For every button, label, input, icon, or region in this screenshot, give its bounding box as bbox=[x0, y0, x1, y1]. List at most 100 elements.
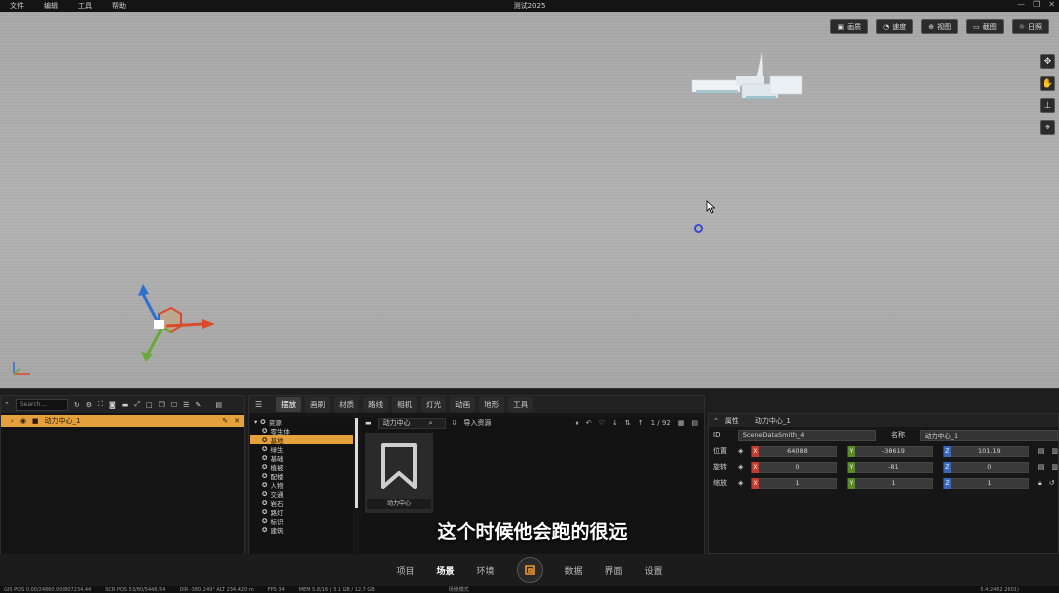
view-button[interactable]: ⊕ 视图 bbox=[921, 19, 959, 34]
tree-item[interactable]: ✪ 零生体 bbox=[250, 426, 353, 436]
tab-terrain[interactable]: 地形 bbox=[479, 397, 505, 412]
copy-icon[interactable]: ▤ bbox=[1038, 463, 1045, 471]
copy-icon[interactable]: ❐ bbox=[159, 401, 165, 409]
expand-icon[interactable]: ⤢ bbox=[134, 400, 140, 409]
tab-material[interactable]: 材质 bbox=[334, 397, 360, 412]
tab-camera[interactable]: 相机 bbox=[392, 397, 418, 412]
tree-item-selected[interactable]: ✪ 基地 bbox=[250, 435, 353, 445]
chevron-right-icon[interactable]: › bbox=[11, 417, 14, 425]
paste-icon[interactable]: ▥ bbox=[1051, 447, 1058, 455]
tab-place[interactable]: 摆放 bbox=[276, 397, 302, 412]
scene-viewport[interactable]: ▣ 画质 ◔ 速度 ⊕ 视图 ▭ 截图 ☼ 日照 ✥ ✋ ⊥ ⌖ bbox=[0, 12, 1059, 388]
tab-brush[interactable]: 画刷 bbox=[305, 397, 331, 412]
menu-icon[interactable]: ▤ bbox=[215, 401, 222, 409]
tree-item[interactable]: ✪ 植被 bbox=[250, 462, 353, 472]
list-icon[interactable]: ☰ bbox=[183, 401, 189, 409]
tree-item-root[interactable]: ▾ ✪ 资源 bbox=[250, 417, 353, 427]
category-icon: ✪ bbox=[262, 453, 268, 462]
hand-icon[interactable]: ✋ bbox=[1040, 76, 1055, 91]
chevron-up-icon[interactable]: ⌃ bbox=[713, 417, 719, 425]
speed-button[interactable]: ◔ 速度 bbox=[876, 19, 914, 34]
rotation-x-field[interactable]: X0 bbox=[750, 461, 837, 473]
name-field[interactable]: 动力中心_1 bbox=[919, 429, 1058, 441]
rename-icon[interactable]: ✎ bbox=[222, 417, 228, 425]
grid-view-icon[interactable]: ▦ bbox=[678, 419, 685, 428]
upload-icon[interactable]: ↑ bbox=[638, 419, 644, 428]
speed-icon: ◔ bbox=[883, 22, 890, 31]
outliner-search-input[interactable]: Search... bbox=[15, 398, 68, 411]
snap-icon[interactable]: ⌖ bbox=[1040, 120, 1055, 135]
tree-item[interactable]: ✪ 路灯 bbox=[250, 507, 353, 517]
focus-icon[interactable]: ⛶ bbox=[98, 400, 103, 409]
folder-icon[interactable]: ▬ bbox=[122, 401, 129, 409]
reset-icon[interactable]: ↺ bbox=[1049, 479, 1055, 487]
download-icon[interactable]: ↓ bbox=[612, 419, 618, 428]
tree-item[interactable]: ✪ 人物 bbox=[250, 480, 353, 490]
building-model[interactable] bbox=[690, 50, 805, 105]
search-icon[interactable]: ⌕ bbox=[429, 419, 433, 428]
tree-item[interactable]: ✪ 建筑 bbox=[250, 525, 353, 535]
nav-settings[interactable]: 设置 bbox=[645, 564, 663, 577]
tab-light[interactable]: 灯光 bbox=[421, 397, 447, 412]
position-y-field[interactable]: Y -38619 bbox=[846, 445, 933, 457]
sunlight-button[interactable]: ☼ 日照 bbox=[1011, 19, 1049, 34]
delete-icon[interactable]: ✕ bbox=[234, 417, 244, 425]
nav-project[interactable]: 项目 bbox=[396, 564, 414, 577]
favorite-icon[interactable]: ♡ bbox=[599, 419, 605, 428]
move-icon[interactable]: ✥ bbox=[1040, 54, 1055, 69]
undo-icon[interactable]: ↶ bbox=[586, 419, 592, 428]
minimize-icon[interactable]: — bbox=[1017, 0, 1025, 9]
asset-path-field[interactable]: 动力中心 ⌕ bbox=[377, 417, 446, 429]
nav-environment[interactable]: 环境 bbox=[476, 564, 494, 577]
position-x-field[interactable]: X 64088 bbox=[750, 445, 837, 457]
tree-item[interactable]: ✪ 岩石 bbox=[250, 498, 353, 508]
sort-icon[interactable]: ⇅ bbox=[625, 419, 631, 428]
settings-icon[interactable]: ⚙ bbox=[86, 401, 92, 409]
asset-card[interactable]: 动力中心 bbox=[365, 433, 433, 513]
tree-item[interactable]: ✪ 基础 bbox=[250, 453, 353, 463]
eye-icon[interactable]: ◉ bbox=[20, 417, 26, 425]
checkbox-icon[interactable]: ☐ bbox=[171, 401, 177, 409]
pivot-marker[interactable] bbox=[694, 224, 703, 233]
transform-gizmo-icon[interactable] bbox=[126, 282, 221, 362]
tree-item[interactable]: ✪ 配楼 bbox=[250, 471, 353, 481]
import-button[interactable]: 导入资源 bbox=[463, 418, 491, 428]
list-view-icon[interactable]: ▤ bbox=[691, 419, 698, 428]
tree-scrollbar[interactable] bbox=[355, 418, 358, 508]
nav-interface[interactable]: 界面 bbox=[605, 564, 623, 577]
nav-scene[interactable]: 场景 bbox=[436, 564, 454, 577]
tab-animation[interactable]: 动画 bbox=[450, 397, 476, 412]
edit-icon[interactable]: ✎ bbox=[195, 401, 201, 409]
paste-icon[interactable]: ▥ bbox=[1051, 463, 1058, 471]
rotation-y-field[interactable]: Y -81 bbox=[846, 461, 933, 473]
axis-icon[interactable]: ⊥ bbox=[1040, 98, 1055, 113]
square-icon[interactable]: □ bbox=[146, 401, 153, 409]
screenshot-button[interactable]: ▭ 截图 bbox=[966, 19, 1004, 34]
position-z-field[interactable]: Z 101.19 bbox=[942, 445, 1029, 457]
tree-item[interactable]: ✪ 绿生 bbox=[250, 444, 353, 454]
rotation-z-field[interactable]: Z0 bbox=[942, 461, 1029, 473]
tree-item[interactable]: ✪ 标识 bbox=[250, 516, 353, 526]
copy-icon[interactable]: ▤ bbox=[1038, 447, 1045, 455]
scale-y-field[interactable]: Y1 bbox=[847, 477, 933, 489]
tab-route[interactable]: 路线 bbox=[363, 397, 389, 412]
id-row: ID SceneDataSmith_4 名称 动力中心_1 bbox=[709, 427, 1058, 443]
camera-icon[interactable]: ◙ bbox=[109, 401, 116, 409]
nav-data[interactable]: 数据 bbox=[565, 564, 583, 577]
outliner-selected-row[interactable]: › ◉ ■ 动力中心_1 ✎ ✕ bbox=[1, 415, 244, 427]
refresh-icon[interactable]: ↻ bbox=[74, 401, 80, 409]
panel-toggle-icon[interactable]: ☰ bbox=[255, 400, 262, 409]
close-icon[interactable]: ✕ bbox=[1048, 0, 1055, 9]
id-field[interactable]: SceneDataSmith_4 bbox=[737, 429, 877, 441]
scale-x-field[interactable]: X1 bbox=[751, 477, 837, 489]
lock-icon[interactable]: 🔒︎ bbox=[1038, 479, 1042, 488]
tab-tools[interactable]: 工具 bbox=[508, 397, 534, 412]
tree-item[interactable]: ✪ 交通 bbox=[250, 489, 353, 499]
restore-icon[interactable]: ❐ bbox=[1033, 0, 1040, 9]
pause-icon[interactable]: ⏸ bbox=[575, 419, 579, 428]
quality-button[interactable]: ▣ 画质 bbox=[830, 19, 869, 34]
home-logo-button[interactable] bbox=[516, 557, 543, 583]
import-icon[interactable]: ⇩ bbox=[452, 419, 458, 427]
collapse-icon[interactable]: ⌃ bbox=[4, 401, 10, 409]
scale-z-field[interactable]: Z1 bbox=[943, 477, 1029, 489]
